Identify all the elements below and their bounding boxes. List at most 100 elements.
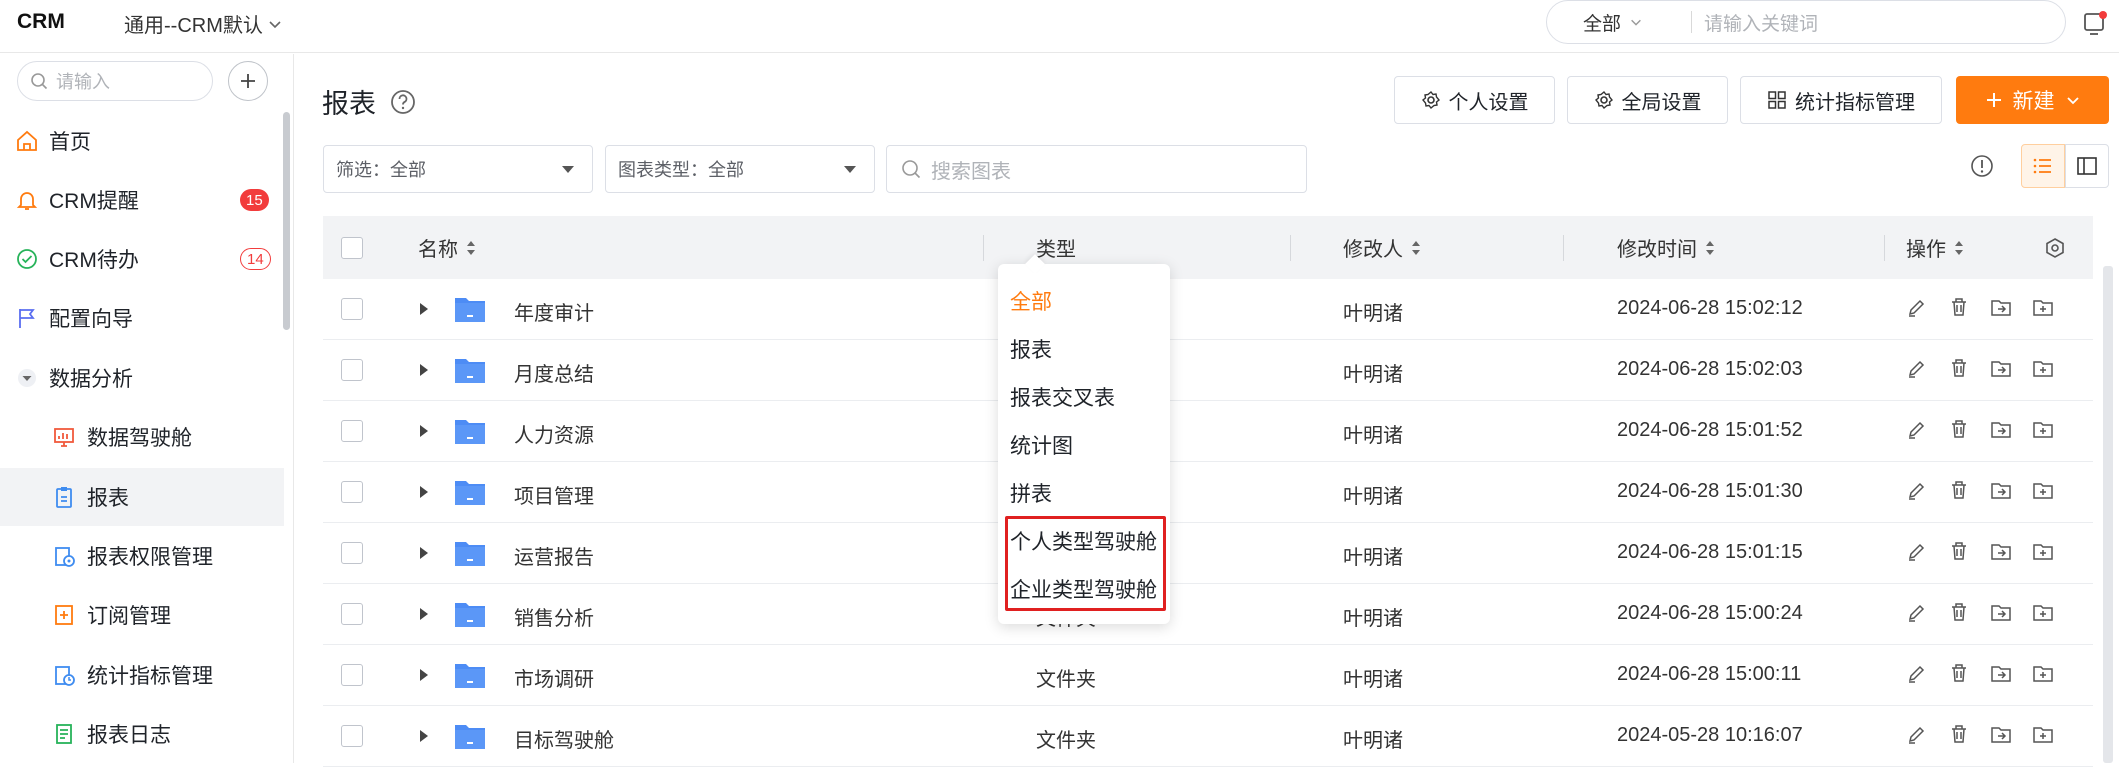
expand-arrow-icon[interactable]: [419, 363, 429, 377]
expand-arrow-icon[interactable]: [419, 546, 429, 560]
row-name[interactable]: 项目管理: [514, 480, 594, 509]
sort-icon[interactable]: [1954, 240, 1964, 256]
add-folder-icon[interactable]: [2032, 296, 2054, 318]
chart-type-select[interactable]: 图表类型：全部: [605, 145, 875, 193]
row-name[interactable]: 市场调研: [514, 663, 594, 692]
sort-icon[interactable]: [1705, 240, 1715, 256]
table-row[interactable]: 项目管理文件夹叶明诸2024-06-28 15:01:30: [323, 462, 2093, 523]
option-all[interactable]: 全部: [1010, 286, 1052, 316]
edit-icon[interactable]: [1906, 479, 1928, 501]
column-divider[interactable]: [1884, 235, 1885, 261]
add-folder-icon[interactable]: [2032, 418, 2054, 440]
column-modifier[interactable]: 修改人: [1343, 216, 1421, 279]
add-folder-icon[interactable]: [2032, 357, 2054, 379]
trash-icon[interactable]: [1948, 723, 1970, 745]
table-row[interactable]: 人力资源文件夹叶明诸2024-06-28 15:01:52: [323, 401, 2093, 462]
edit-icon[interactable]: [1906, 296, 1928, 318]
edit-icon[interactable]: [1906, 723, 1928, 745]
sidebar-item-crm-todo[interactable]: CRM待办 14: [0, 230, 284, 288]
move-folder-icon[interactable]: [1990, 418, 2012, 440]
filter-select[interactable]: 筛选：全部: [323, 145, 593, 193]
edit-icon[interactable]: [1906, 357, 1928, 379]
table-row[interactable]: 市场调研 文件夹 叶明诸 2024-06-28 15:00:11: [323, 645, 2093, 706]
column-divider[interactable]: [1290, 235, 1291, 261]
edit-icon[interactable]: [1906, 540, 1928, 562]
row-name[interactable]: 销售分析: [514, 602, 594, 631]
global-settings-button[interactable]: 全局设置: [1567, 76, 1728, 124]
add-folder-icon[interactable]: [2032, 540, 2054, 562]
row-checkbox[interactable]: [341, 664, 363, 686]
select-all-checkbox[interactable]: [341, 216, 363, 279]
row-name[interactable]: 人力资源: [514, 419, 594, 448]
table-row[interactable]: 年度审计文件夹叶明诸2024-06-28 15:02:12: [323, 279, 2093, 340]
trash-icon[interactable]: [1948, 296, 1970, 318]
row-checkbox[interactable]: [341, 542, 363, 564]
expand-arrow-icon[interactable]: [419, 729, 429, 743]
move-folder-icon[interactable]: [1990, 662, 2012, 684]
option-joined-table[interactable]: 拼表: [1010, 478, 1052, 508]
option-chart[interactable]: 统计图: [1010, 430, 1073, 460]
row-name[interactable]: 月度总结: [514, 358, 594, 387]
new-button[interactable]: 新建: [1956, 76, 2109, 124]
sidebar-scrollbar[interactable]: [283, 112, 290, 330]
add-menu-button[interactable]: [228, 61, 268, 101]
row-checkbox[interactable]: [341, 725, 363, 747]
list-view-toggle[interactable]: [2021, 144, 2065, 188]
column-divider[interactable]: [1563, 235, 1564, 261]
add-folder-icon[interactable]: [2032, 479, 2054, 501]
sidebar-search-input[interactable]: 请输入: [17, 61, 213, 101]
chart-search-input[interactable]: 搜索图表: [886, 145, 1307, 193]
edit-icon[interactable]: [1906, 662, 1928, 684]
add-folder-icon[interactable]: [2032, 662, 2054, 684]
row-checkbox[interactable]: [341, 298, 363, 320]
workspace-selector[interactable]: 通用--CRM默认: [124, 9, 283, 38]
move-folder-icon[interactable]: [1990, 479, 2012, 501]
sidebar-item-report-permissions[interactable]: 报表权限管理: [0, 527, 284, 585]
row-checkbox[interactable]: [341, 420, 363, 442]
sidebar-item-subscriptions[interactable]: 订阅管理: [0, 586, 284, 644]
trash-icon[interactable]: [1948, 601, 1970, 623]
sort-icon[interactable]: [466, 240, 476, 256]
notification-icon[interactable]: [2082, 10, 2108, 36]
add-folder-icon[interactable]: [2032, 601, 2054, 623]
expand-arrow-icon[interactable]: [419, 668, 429, 682]
sidebar-item-crm-reminder[interactable]: CRM提醒 15: [0, 171, 284, 229]
move-folder-icon[interactable]: [1990, 601, 2012, 623]
metric-management-button[interactable]: 统计指标管理: [1740, 76, 1942, 124]
sidebar-item-report-log[interactable]: 报表日志: [0, 705, 284, 763]
global-search[interactable]: 全部 请输入关键词: [1546, 0, 2066, 44]
expand-arrow-icon[interactable]: [419, 607, 429, 621]
expand-arrow-icon[interactable]: [419, 302, 429, 316]
option-cross-table[interactable]: 报表交叉表: [1010, 382, 1115, 412]
expand-arrow-icon[interactable]: [419, 424, 429, 438]
move-folder-icon[interactable]: [1990, 723, 2012, 745]
trash-icon[interactable]: [1948, 540, 1970, 562]
column-settings-icon[interactable]: [2044, 216, 2066, 279]
column-name[interactable]: 名称: [418, 216, 476, 279]
row-name[interactable]: 目标驾驶舱: [514, 724, 614, 753]
sidebar-item-home[interactable]: 首页: [0, 112, 284, 170]
global-search-input[interactable]: 请输入关键词: [1704, 9, 1818, 36]
sort-icon[interactable]: [1411, 240, 1421, 256]
column-divider[interactable]: [983, 235, 984, 261]
table-row[interactable]: 目标驾驶舱 文件夹 叶明诸 2024-05-28 10:16:07: [323, 706, 2093, 767]
sidebar-item-data-cockpit[interactable]: 数据驾驶舱: [0, 408, 284, 466]
row-checkbox[interactable]: [341, 359, 363, 381]
table-row[interactable]: 月度总结文件夹叶明诸2024-06-28 15:02:03: [323, 340, 2093, 401]
row-checkbox[interactable]: [341, 603, 363, 625]
sidebar-item-reports[interactable]: 报表: [0, 468, 284, 526]
trash-icon[interactable]: [1948, 479, 1970, 501]
panel-view-toggle[interactable]: [2065, 144, 2109, 188]
sidebar-item-setup-wizard[interactable]: 配置向导: [0, 289, 284, 347]
column-actions[interactable]: 操作: [1906, 216, 1964, 279]
column-modified-time[interactable]: 修改时间: [1617, 216, 1715, 279]
checkbox[interactable]: [341, 236, 363, 259]
info-icon[interactable]: [1970, 154, 1994, 178]
move-folder-icon[interactable]: [1990, 357, 2012, 379]
table-row[interactable]: 销售分析文件夹叶明诸2024-06-28 15:00:24: [323, 584, 2093, 645]
personal-settings-button[interactable]: 个人设置: [1394, 76, 1555, 124]
row-name[interactable]: 运营报告: [514, 541, 594, 570]
row-checkbox[interactable]: [341, 481, 363, 503]
move-folder-icon[interactable]: [1990, 296, 2012, 318]
help-icon[interactable]: [390, 89, 416, 115]
